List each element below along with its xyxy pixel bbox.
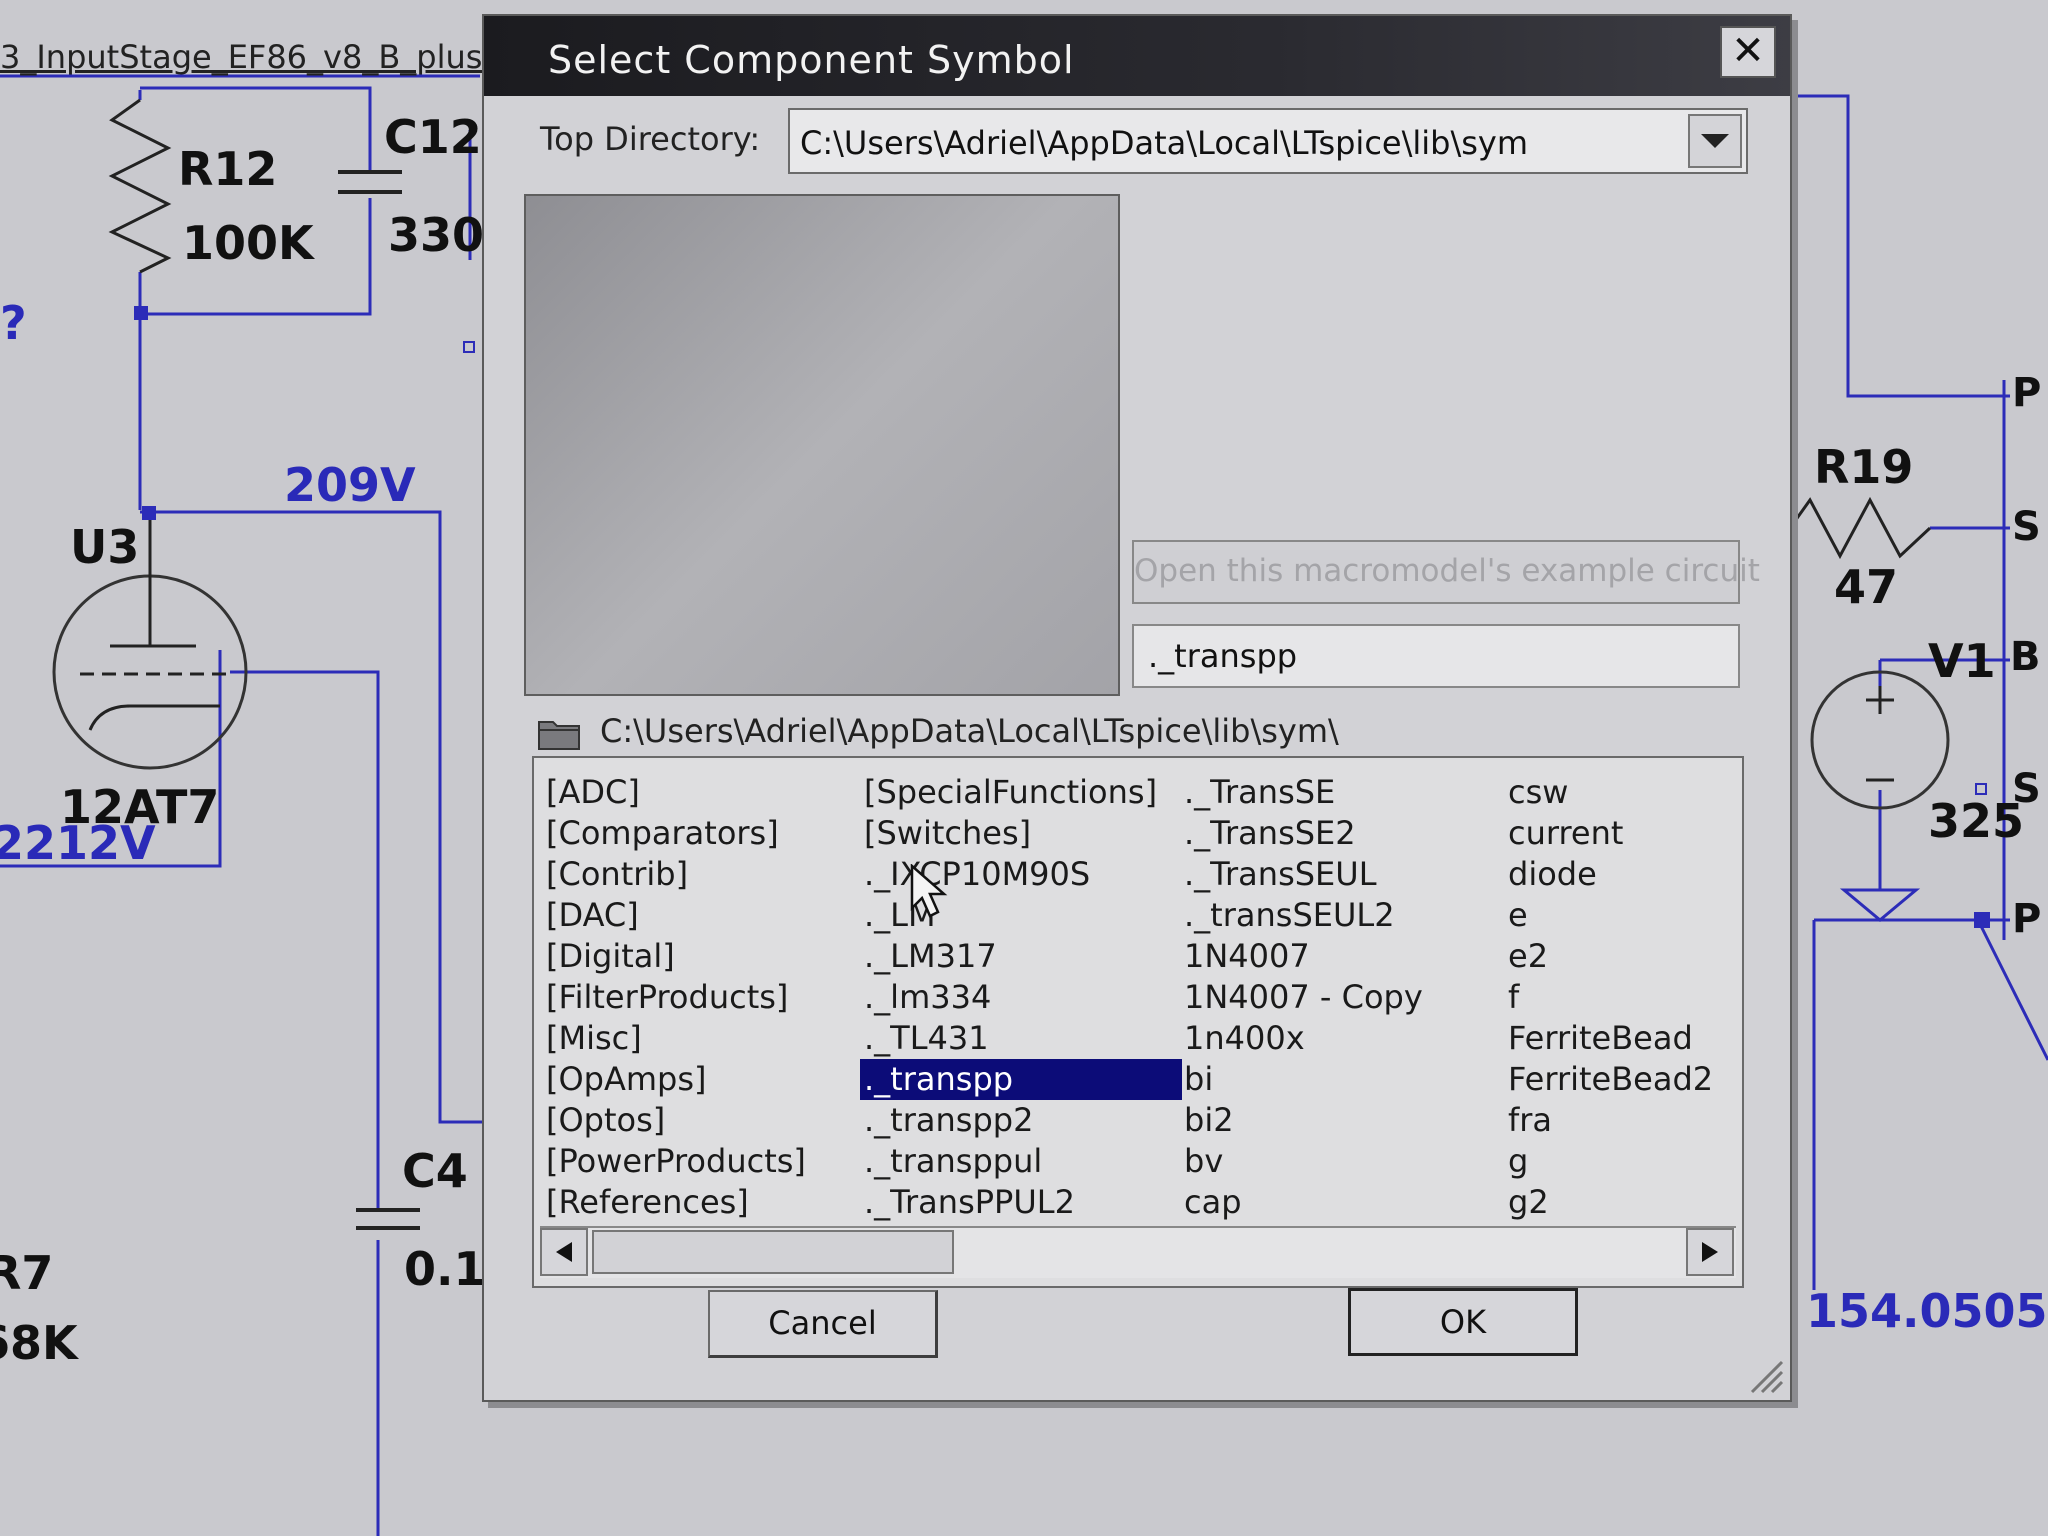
- list-item[interactable]: ._LM: [860, 895, 1182, 936]
- question-mark-label: ?: [0, 296, 27, 350]
- list-item[interactable]: ._TransPPUL2: [860, 1182, 1182, 1223]
- list-item[interactable]: bi: [1180, 1059, 1423, 1100]
- top-directory-combobox[interactable]: C:\Users\Adriel\AppData\Local\LTspice\li…: [788, 108, 1748, 174]
- symbol-column-1: [ADC] [Comparators] [Contrib] [DAC] [Dig…: [542, 772, 806, 1223]
- list-item[interactable]: FerriteBead: [1504, 1018, 1713, 1059]
- r19-label: R19: [1814, 440, 1914, 494]
- list-item[interactable]: bi2: [1180, 1100, 1423, 1141]
- list-item[interactable]: g: [1504, 1141, 1713, 1182]
- top-directory-value: C:\Users\Adriel\AppData\Local\LTspice\li…: [800, 124, 1529, 162]
- close-button[interactable]: ✕: [1720, 26, 1776, 78]
- list-item[interactable]: e2: [1504, 936, 1713, 977]
- pin-label-s2: S: [2012, 766, 2041, 812]
- list-item[interactable]: [ADC]: [542, 772, 806, 813]
- symbol-name-field[interactable]: ._transpp: [1132, 624, 1740, 688]
- cancel-button[interactable]: Cancel: [708, 1290, 938, 1358]
- list-item[interactable]: cap: [1180, 1182, 1423, 1223]
- r7-value: 68K: [0, 1316, 78, 1370]
- symbol-column-4: csw current diode e e2 f FerriteBead Fer…: [1504, 772, 1713, 1223]
- c4-label: C4: [402, 1144, 468, 1198]
- dialog-titlebar[interactable]: Select Component Symbol ✕: [484, 16, 1790, 96]
- list-item[interactable]: ._TransSE: [1180, 772, 1423, 813]
- scroll-right-button[interactable]: [1686, 1228, 1734, 1276]
- list-item[interactable]: e: [1504, 895, 1713, 936]
- list-item[interactable]: [Misc]: [542, 1018, 806, 1059]
- pin-label-p2: P: [2012, 896, 2042, 942]
- list-item[interactable]: g2: [1504, 1182, 1713, 1223]
- horizontal-scrollbar[interactable]: [540, 1226, 1736, 1278]
- list-item[interactable]: ._IXCP10M90S: [860, 854, 1182, 895]
- resize-grip-icon[interactable]: [1744, 1354, 1784, 1394]
- scroll-left-button[interactable]: [540, 1228, 588, 1276]
- symbol-preview-pane: [524, 194, 1120, 696]
- list-item[interactable]: [OpAmps]: [542, 1059, 806, 1100]
- list-item[interactable]: ._transpp2: [860, 1100, 1182, 1141]
- r7-label: R7: [0, 1246, 54, 1300]
- node-voltage-209v: 209V: [284, 458, 416, 512]
- close-icon: ✕: [1731, 28, 1765, 74]
- scroll-thumb[interactable]: [592, 1230, 954, 1274]
- list-item-selected[interactable]: ._transpp: [860, 1059, 1182, 1100]
- list-item[interactable]: fra: [1504, 1100, 1713, 1141]
- node-voltage-212v: 2212V: [0, 816, 156, 870]
- list-item[interactable]: [Digital]: [542, 936, 806, 977]
- pin-label-s1: S: [2012, 504, 2041, 550]
- list-item[interactable]: [FilterProducts]: [542, 977, 806, 1018]
- list-item[interactable]: [PowerProducts]: [542, 1141, 806, 1182]
- pin-label-p1: P: [2012, 370, 2042, 416]
- list-item[interactable]: bv: [1180, 1141, 1423, 1182]
- v1-label: V1: [1928, 634, 1996, 688]
- select-component-symbol-dialog: Select Component Symbol ✕ Top Directory:…: [482, 14, 1792, 1402]
- list-item[interactable]: csw: [1504, 772, 1713, 813]
- arrow-right-icon: [1702, 1242, 1718, 1262]
- c12-value: 330: [388, 208, 485, 262]
- list-item[interactable]: diode: [1504, 854, 1713, 895]
- open-example-circuit-button[interactable]: Open this macromodel's example circuit: [1132, 540, 1760, 604]
- list-item[interactable]: f: [1504, 977, 1713, 1018]
- list-item[interactable]: FerriteBead2: [1504, 1059, 1713, 1100]
- pin-label-b: B: [2010, 634, 2041, 680]
- symbol-column-3: ._TransSE ._TransSE2 ._TransSEUL ._trans…: [1180, 772, 1423, 1223]
- list-item[interactable]: [Contrib]: [542, 854, 806, 895]
- list-item[interactable]: 1N4007: [1180, 936, 1423, 977]
- u3-label: U3: [70, 520, 140, 574]
- list-item[interactable]: [Optos]: [542, 1100, 806, 1141]
- v1-value: 325: [1928, 794, 2025, 848]
- list-item[interactable]: ._TransSE2: [1180, 813, 1423, 854]
- top-directory-label: Top Directory:: [540, 120, 761, 158]
- list-item[interactable]: [References]: [542, 1182, 806, 1223]
- current-path: C:\Users\Adriel\AppData\Local\LTspice\li…: [600, 712, 1339, 750]
- arrow-left-icon: [556, 1242, 572, 1262]
- list-item[interactable]: [SpecialFunctions]: [860, 772, 1182, 813]
- list-item[interactable]: ._LM317: [860, 936, 1182, 977]
- list-item[interactable]: [Switches]: [860, 813, 1182, 854]
- list-item[interactable]: 1N4007 - Copy: [1180, 977, 1423, 1018]
- node-voltage-right: 154.05059: [1806, 1284, 2048, 1338]
- list-item[interactable]: ._TL431: [860, 1018, 1182, 1059]
- ok-button[interactable]: OK: [1348, 1288, 1578, 1356]
- c12-label: C12: [384, 110, 482, 164]
- r12-value: 100K: [182, 216, 314, 270]
- list-item[interactable]: ._transppul: [860, 1141, 1182, 1182]
- list-item[interactable]: [DAC]: [542, 895, 806, 936]
- list-item[interactable]: ._TransSEUL: [1180, 854, 1423, 895]
- list-item[interactable]: ._lm334: [860, 977, 1182, 1018]
- r12-label: R12: [178, 142, 278, 196]
- list-item[interactable]: 1n400x: [1180, 1018, 1423, 1059]
- r19-value: 47: [1834, 560, 1899, 614]
- list-item[interactable]: current: [1504, 813, 1713, 854]
- symbol-listbox[interactable]: [ADC] [Comparators] [Contrib] [DAC] [Dig…: [532, 756, 1744, 1288]
- top-directory-dropdown-button[interactable]: [1688, 114, 1742, 168]
- dialog-title: Select Component Symbol: [548, 38, 1075, 82]
- schematic-tab-title[interactable]: 3_InputStage_EF86_v8_B_plus: [0, 38, 482, 76]
- folder-icon: [538, 721, 580, 750]
- list-item[interactable]: ._transSEUL2: [1180, 895, 1423, 936]
- list-item[interactable]: [Comparators]: [542, 813, 806, 854]
- mouse-cursor-icon: [910, 864, 948, 918]
- symbol-column-2: [SpecialFunctions] [Switches] ._IXCP10M9…: [860, 772, 1182, 1223]
- chevron-down-icon: [1701, 134, 1729, 148]
